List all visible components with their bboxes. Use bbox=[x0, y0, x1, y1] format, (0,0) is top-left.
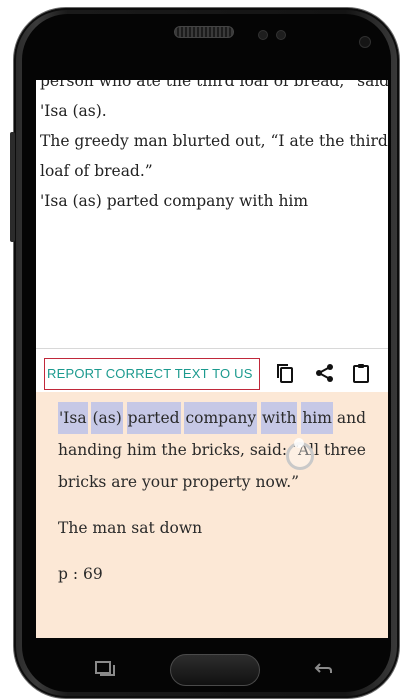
book-line: The greedy man blurted out, “I ate the t… bbox=[40, 132, 388, 150]
panel-line: The man sat down bbox=[58, 519, 203, 537]
front-camera bbox=[359, 36, 371, 48]
text-selection-handle[interactable] bbox=[294, 438, 304, 448]
word: said: bbox=[249, 441, 288, 459]
share-icon[interactable] bbox=[314, 362, 336, 384]
volume-button bbox=[10, 132, 15, 242]
word: the bbox=[161, 441, 187, 459]
navigation-bar bbox=[36, 640, 388, 692]
book-line: loaf of bread.” bbox=[40, 162, 153, 180]
panel-text: 'Isa (as) parted company with him and ha… bbox=[58, 402, 366, 590]
selected-word[interactable]: parted bbox=[126, 402, 181, 434]
recent-apps-icon[interactable] bbox=[94, 660, 116, 678]
book-text-area: person who ate the third loaf of bread,”… bbox=[40, 80, 388, 216]
back-icon[interactable] bbox=[312, 660, 334, 678]
report-correct-text-button[interactable]: REPORT CORRECT TEXT TO US bbox=[44, 358, 260, 390]
book-line: 'Isa (as). bbox=[40, 102, 107, 120]
panel-line: 'Isa (as) parted company with him and bbox=[58, 402, 366, 434]
clipboard-icon[interactable] bbox=[350, 362, 372, 384]
light-sensor bbox=[276, 30, 286, 40]
book-line: person who ate the third loaf of bread,”… bbox=[40, 80, 388, 90]
word: three bbox=[323, 441, 366, 459]
word: him bbox=[126, 441, 157, 459]
selected-word[interactable]: (as) bbox=[91, 402, 123, 434]
earpiece-speaker bbox=[174, 26, 234, 38]
selected-word[interactable]: 'Isa bbox=[58, 402, 88, 434]
selected-word[interactable]: him bbox=[301, 402, 333, 434]
selected-word[interactable]: company bbox=[184, 402, 258, 434]
word: and bbox=[336, 409, 366, 427]
book-line: 'Isa (as) parted company with him bbox=[40, 192, 309, 210]
selection-toolbar: REPORT CORRECT TEXT TO US bbox=[36, 352, 388, 392]
panel-line: handing him the bricks, said: “All three bbox=[58, 434, 366, 466]
word: handing bbox=[58, 441, 122, 459]
copy-icon[interactable] bbox=[274, 362, 296, 384]
selected-word[interactable]: with bbox=[260, 402, 298, 434]
app-screen: person who ate the third loaf of bread,”… bbox=[36, 80, 388, 638]
word: bricks, bbox=[191, 441, 245, 459]
page-number: p : 69 bbox=[58, 565, 103, 583]
divider bbox=[36, 348, 388, 349]
home-button[interactable] bbox=[170, 654, 260, 686]
proximity-sensor bbox=[258, 30, 268, 40]
reading-panel: 'Isa (as) parted company with him and ha… bbox=[36, 392, 388, 638]
panel-line: bricks are your property now.” bbox=[58, 473, 300, 491]
